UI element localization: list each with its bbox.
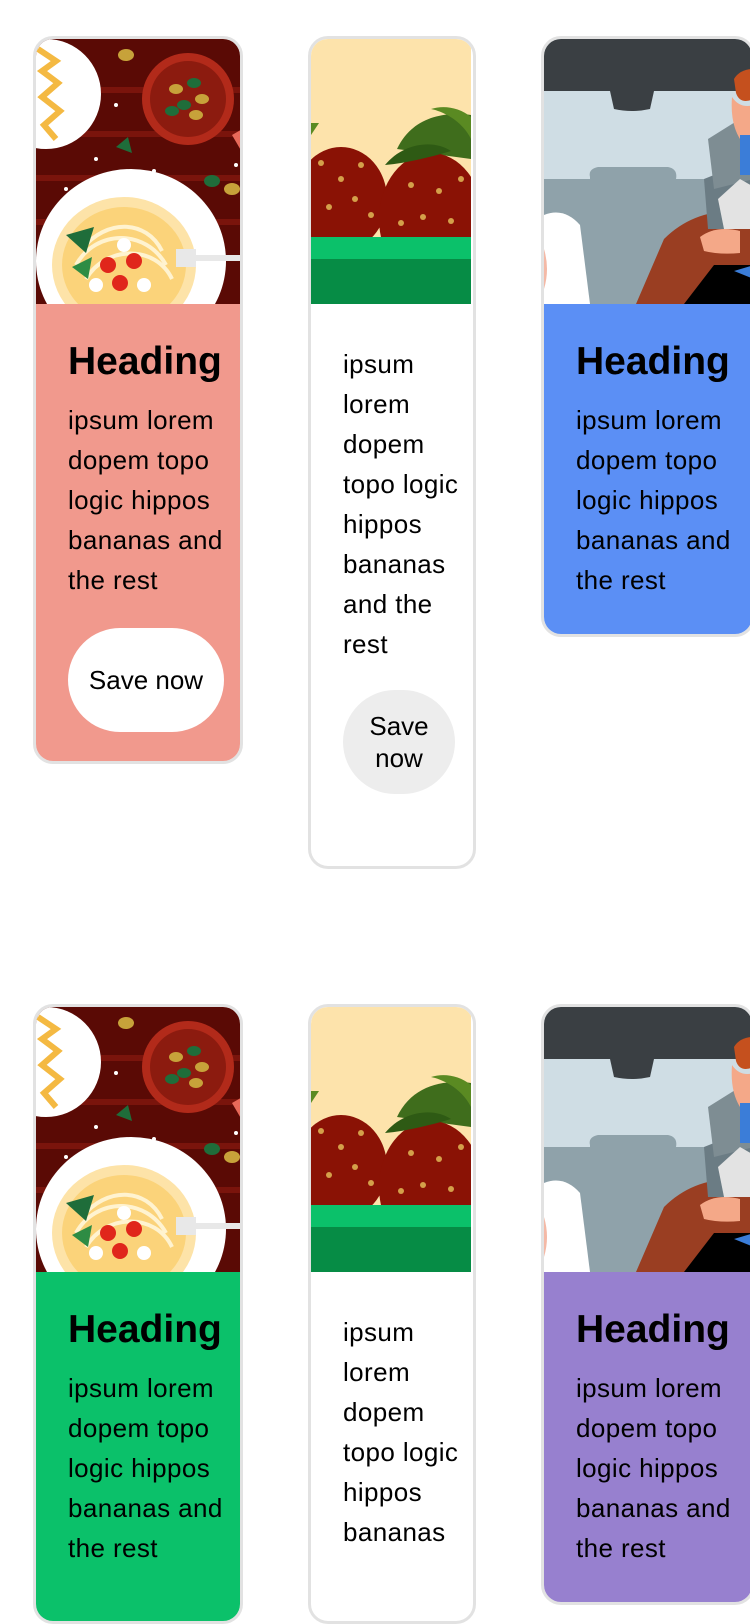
card-text: ipsum lorem dopem topo logic hippos bana… bbox=[68, 405, 223, 595]
promo-card-pasta-green: Heading ipsum lorem dopem topo logic hip… bbox=[33, 1004, 243, 1624]
card-heading: Heading bbox=[576, 1308, 730, 1351]
promo-card-strawberry-white: ipsum lorem dopem topo logic hippos bana… bbox=[308, 36, 476, 869]
strawberry-illustration bbox=[311, 1007, 473, 1272]
card-body: ipsum lorem dopem topo logic hippos bana… bbox=[311, 1272, 473, 1584]
pasta-illustration bbox=[36, 39, 240, 304]
car-passenger-illustration bbox=[544, 1007, 750, 1272]
card-body: Heading ipsum lorem dopem topo logic hip… bbox=[36, 1272, 240, 1621]
card-body: Heading ipsum lorem dopem topo logic hip… bbox=[544, 1272, 750, 1602]
promo-card-strawberry-white: ipsum lorem dopem topo logic hippos bana… bbox=[308, 1004, 476, 1624]
card-text: ipsum lorem dopem topo logic hippos bana… bbox=[68, 1373, 223, 1563]
card-heading: Heading bbox=[576, 340, 730, 383]
card-heading: Heading bbox=[68, 340, 222, 383]
card-text: ipsum lorem dopem topo logic hippos bana… bbox=[343, 1317, 459, 1547]
card-body: ipsum lorem dopem topo logic hippos bana… bbox=[311, 304, 473, 826]
card-body: Heading ipsum lorem dopem topo logic hip… bbox=[36, 304, 240, 761]
promo-card-car-purple: Heading ipsum lorem dopem topo logic hip… bbox=[541, 1004, 750, 1605]
car-passenger-illustration bbox=[544, 39, 750, 304]
card-text: ipsum lorem dopem topo logic hippos bana… bbox=[576, 1373, 731, 1563]
card-heading: Heading bbox=[68, 1308, 222, 1351]
pasta-illustration bbox=[36, 1007, 240, 1272]
promo-card-car-blue: Heading ipsum lorem dopem topo logic hip… bbox=[541, 36, 750, 637]
save-now-button[interactable]: Save now bbox=[343, 690, 455, 794]
promo-card-pasta-coral: Heading ipsum lorem dopem topo logic hip… bbox=[33, 36, 243, 764]
strawberry-illustration bbox=[311, 39, 473, 304]
card-text: ipsum lorem dopem topo logic hippos bana… bbox=[343, 349, 459, 659]
save-now-button[interactable]: Save now bbox=[68, 628, 224, 732]
card-body: Heading ipsum lorem dopem topo logic hip… bbox=[544, 304, 750, 634]
card-text: ipsum lorem dopem topo logic hippos bana… bbox=[576, 405, 731, 595]
